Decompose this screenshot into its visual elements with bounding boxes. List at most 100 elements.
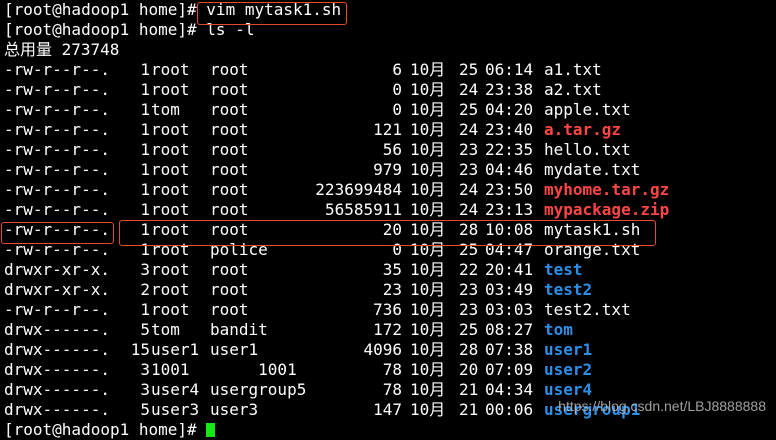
- file-day: 23: [459, 300, 479, 319]
- file-day: 25: [459, 60, 479, 79]
- file-name: apple.txt: [544, 100, 631, 119]
- file-time: 04:46: [485, 160, 534, 179]
- file-row: -rw-r--r--. 1 root root 0 10月 24 23:38 a2.txt: [4, 80, 774, 100]
- file-perm: -rw-r--r--.: [4, 120, 110, 139]
- file-time: 07:09: [485, 360, 534, 379]
- file-size: 121: [373, 120, 402, 139]
- file-links: 1: [140, 300, 150, 319]
- file-group: root: [210, 160, 249, 179]
- file-time: 04:34: [485, 380, 534, 399]
- file-month: 10月: [410, 100, 446, 119]
- file-name: a1.txt: [544, 60, 602, 79]
- file-links: 1: [140, 60, 150, 79]
- file-day: 23: [459, 160, 479, 179]
- file-size: 6: [392, 60, 402, 79]
- file-name: test2: [544, 280, 593, 299]
- file-month: 10月: [410, 160, 446, 179]
- file-name: mydate.txt: [544, 160, 641, 179]
- file-month: 10月: [410, 340, 446, 359]
- file-group: user3: [210, 400, 259, 419]
- file-group: root: [210, 60, 249, 79]
- file-month: 10月: [410, 200, 446, 219]
- file-day: 24: [459, 80, 479, 99]
- file-day: 22: [459, 260, 479, 279]
- file-perm: -rw-r--r--.: [4, 180, 110, 199]
- file-row: -rw-r--r--. 1 tom root 0 10月 25 04:20 apple.txt: [4, 100, 774, 120]
- file-day: 23: [459, 280, 479, 299]
- file-links: 3: [140, 260, 150, 279]
- file-row: -rw-r--r--. 1 root police 0 10月 25 04:47 orange.…: [4, 240, 774, 260]
- file-month: 10月: [410, 300, 446, 319]
- file-day: 21: [459, 400, 479, 419]
- file-row: -rw-r--r--. 1 root root 223699484 10月 24 23:50 m…: [4, 180, 774, 200]
- file-time: 23:38: [485, 80, 534, 99]
- file-owner: user3: [151, 400, 200, 419]
- file-perm: -rw-r--r--.: [4, 240, 110, 259]
- file-day: 28: [459, 220, 479, 239]
- file-day: 24: [459, 120, 479, 139]
- file-month: 10月: [410, 320, 446, 339]
- file-links: 1: [140, 180, 150, 199]
- file-size: 4096: [363, 340, 402, 359]
- file-name: a2.txt: [544, 80, 602, 99]
- file-group: 1001: [210, 360, 297, 379]
- vim-command: vim mytask1.sh: [206, 0, 342, 19]
- file-size: 35: [382, 260, 402, 279]
- file-size: 56585911: [324, 200, 402, 219]
- file-month: 10月: [410, 260, 446, 279]
- file-perm: -rw-r--r--.: [4, 200, 110, 219]
- file-time: 23:13: [485, 200, 534, 219]
- terminal-cursor: [206, 423, 216, 437]
- file-month: 10月: [410, 60, 446, 79]
- file-group: root: [210, 80, 249, 99]
- file-perm: -rw-r--r--.: [4, 220, 110, 239]
- file-owner: root: [151, 140, 190, 159]
- file-size: 172: [373, 320, 402, 339]
- file-row: drwx------. 3 user4 usergroup5 78 10月 21 04:34 u…: [4, 380, 774, 400]
- file-group: root: [210, 120, 249, 139]
- file-size: 78: [382, 360, 402, 379]
- file-day: 25: [459, 320, 479, 339]
- file-row: -rw-r--r--. 1 root root 736 10月 23 03:03 test2.t…: [4, 300, 774, 320]
- file-time: 22:35: [485, 140, 534, 159]
- file-owner: root: [151, 300, 190, 319]
- file-size: 56: [382, 140, 402, 159]
- file-group: root: [210, 200, 249, 219]
- file-month: 10月: [410, 280, 446, 299]
- file-time: 23:40: [485, 120, 534, 139]
- shell-prompt: [root@hadoop1 home]#: [4, 420, 207, 439]
- watermark: https://blog.csdn.net/LBJ8888888: [558, 398, 766, 414]
- file-owner: user4: [151, 380, 200, 399]
- file-row: drwx------. 3 1001 1001 78 10月 20 07:09 user2: [4, 360, 774, 380]
- command-line: [root@hadoop1 home]# ls -l: [4, 20, 774, 40]
- file-owner: root: [151, 260, 190, 279]
- file-name: mypackage.zip: [544, 200, 670, 219]
- file-day: 25: [459, 100, 479, 119]
- file-month: 10月: [410, 240, 446, 259]
- terminal-output[interactable]: [root@hadoop1 home]# vim mytask1.sh [roo…: [4, 0, 774, 440]
- file-group: root: [210, 260, 249, 279]
- file-links: 1: [140, 140, 150, 159]
- file-links: 2: [140, 280, 150, 299]
- file-time: 07:38: [485, 340, 534, 359]
- file-perm: drwx------.: [4, 380, 110, 399]
- file-links: 1: [140, 200, 150, 219]
- file-name: myhome.tar.gz: [544, 180, 670, 199]
- file-links: 1: [140, 100, 150, 119]
- file-name: test2.txt: [544, 300, 631, 319]
- file-size: 23: [382, 280, 402, 299]
- file-listing: -rw-r--r--. 1 root root 6 10月 25 06:14 a1.txt -rw…: [4, 60, 774, 420]
- file-perm: -rw-r--r--.: [4, 140, 110, 159]
- file-row: -rw-r--r--. 1 root root 56585911 10月 24 23:13 my…: [4, 200, 774, 220]
- file-day: 23: [459, 140, 479, 159]
- file-name: a.tar.gz: [544, 120, 622, 139]
- file-perm: drwx------.: [4, 340, 110, 359]
- file-time: 03:49: [485, 280, 534, 299]
- file-month: 10月: [410, 180, 446, 199]
- file-owner: root: [151, 240, 190, 259]
- file-perm: -rw-r--r--.: [4, 100, 110, 119]
- file-perm: -rw-r--r--.: [4, 60, 110, 79]
- file-name: user1: [544, 340, 593, 359]
- file-group: root: [210, 220, 249, 239]
- shell-prompt: [root@hadoop1 home]#: [4, 0, 207, 19]
